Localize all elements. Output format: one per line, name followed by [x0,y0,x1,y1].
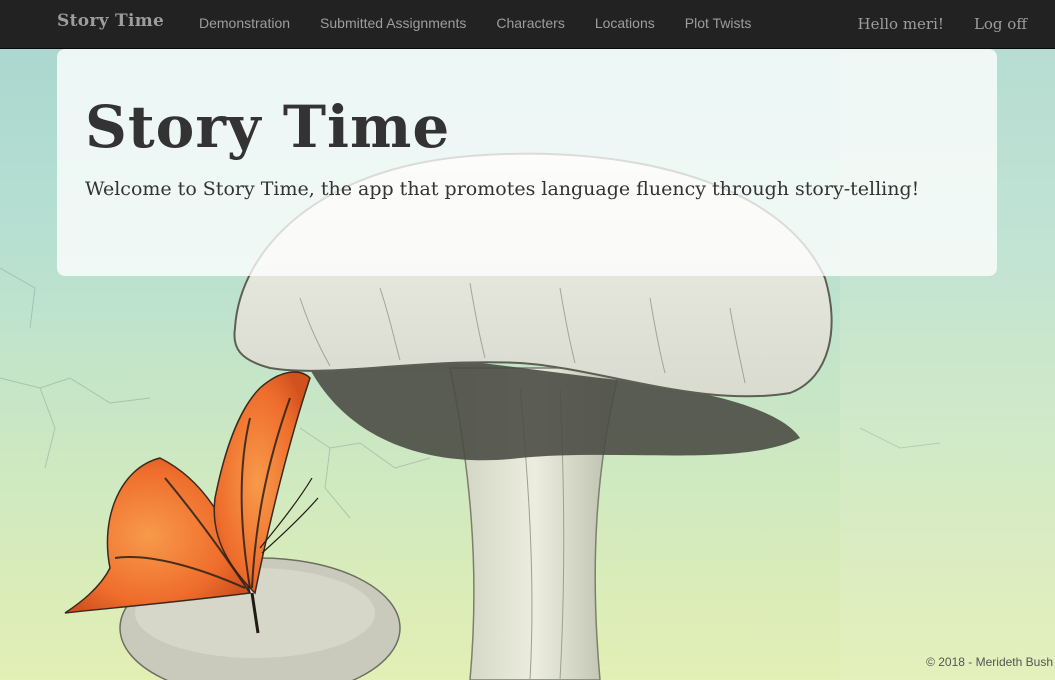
jumbotron: Story Time Welcome to Story Time, the ap… [57,49,997,276]
page-title: Story Time [85,93,451,161]
log-off-link[interactable]: Log off [974,15,1027,33]
user-greeting-link[interactable]: Hello meri! [857,15,943,33]
welcome-lead: Welcome to Story Time, the app that prom… [85,178,920,200]
top-navbar: Story Time Demonstration Submitted Assig… [0,0,1055,49]
nav-item-submitted-assignments[interactable]: Submitted Assignments [305,0,481,48]
footer-copyright: © 2018 - Merideth Bush [926,655,1053,669]
nav-item-locations[interactable]: Locations [580,0,670,48]
nav-item-characters[interactable]: Characters [481,0,579,48]
nav-user-area: Hello meri! Log off [827,0,1027,48]
brand-link[interactable]: Story Time [57,11,164,31]
nav-item-demonstration[interactable]: Demonstration [184,0,305,48]
nav-item-plot-twists[interactable]: Plot Twists [670,0,767,48]
nav-links: Demonstration Submitted Assignments Char… [184,0,766,48]
